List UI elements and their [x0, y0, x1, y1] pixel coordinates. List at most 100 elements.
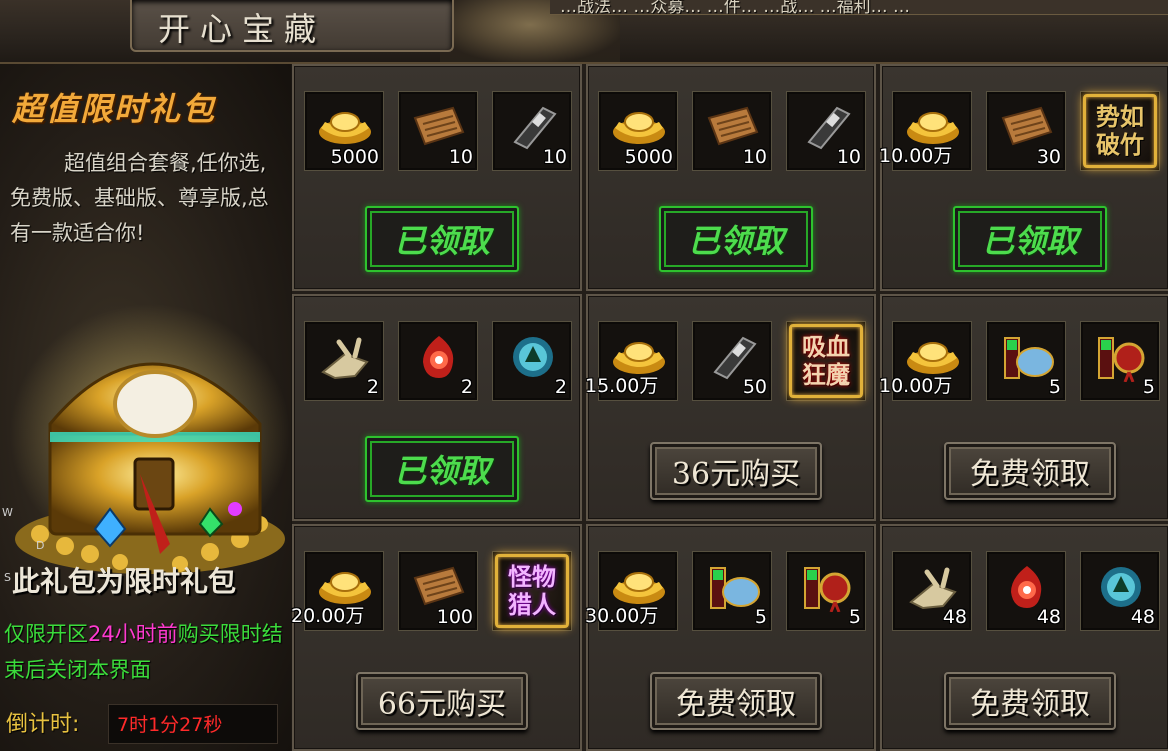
stray-letter: S: [4, 571, 11, 584]
item-quantity: 2: [554, 376, 567, 398]
gift-pack: 10.00万 5 5 免费领取: [879, 294, 1168, 521]
gift-pack: 30.00万 5 5 免费领取: [585, 524, 876, 751]
item-slot[interactable]: 50: [692, 321, 772, 401]
item-quantity: 2: [460, 376, 473, 398]
blue-orb-icon: [1101, 567, 1141, 607]
item-slot[interactable]: 2: [304, 321, 384, 401]
item-slot[interactable]: 10.00万: [879, 321, 972, 401]
item-slot[interactable]: 10: [786, 91, 866, 171]
item-slot[interactable]: 48: [986, 551, 1066, 631]
item-slot[interactable]: 5: [1080, 321, 1160, 401]
item-slot[interactable]: 2: [492, 321, 572, 401]
item-quantity: 10.00万: [879, 375, 953, 397]
claimed-button: 已领取: [953, 206, 1107, 272]
bowl-box-icon: [1004, 337, 1054, 379]
item-slot[interactable]: 10: [398, 91, 478, 171]
stray-letter: W: [2, 506, 13, 519]
gift-pack: 5000 10 10 已领取: [292, 64, 582, 291]
limited-time-title: 此礼包为限时礼包: [12, 565, 237, 598]
item-quantity: 5: [848, 606, 861, 628]
item-quantity: 10: [542, 146, 567, 168]
item-quantity: 48: [1036, 606, 1061, 628]
item-quantity: 50: [742, 376, 767, 398]
promo-description: 超值组合套餐,任你选,免费版、基础版、尊享版,总有一款适合你!: [10, 151, 269, 245]
item-quantity: 10: [836, 146, 861, 168]
gift-pack: 48 48 48 免费领取: [880, 524, 1168, 751]
bone-icon: [909, 567, 957, 610]
scroll-icon: [707, 106, 759, 146]
item-slot[interactable]: 10: [492, 91, 572, 171]
scroll-icon: [413, 106, 465, 146]
bowl-box-icon: [710, 567, 760, 609]
item-quantity: 5000: [330, 146, 379, 168]
book-icon: [807, 106, 851, 150]
red-charm-icon: [1098, 337, 1145, 382]
countdown-box: 7时1分27秒: [108, 704, 278, 744]
pack-grid: 5000 10 10 已领取 5000 10 10 已领取 10.00万 30 势如破竹 已领取 …: [291, 64, 1168, 751]
gift-pack: 10.00万 30 势如破竹已领取: [879, 64, 1168, 291]
item-slot[interactable]: 吸血狂魔: [786, 321, 866, 401]
claimed-button: 已领取: [659, 206, 813, 272]
scroll-icon: [413, 566, 465, 606]
item-slot[interactable]: 10: [692, 91, 772, 171]
item-slot[interactable]: 30: [986, 91, 1066, 171]
item-slot[interactable]: 15.00万: [585, 321, 678, 401]
limited-time-notice: 仅限开区24小时前购买限时结束后关闭本界面: [4, 616, 289, 688]
item-slot[interactable]: 48: [1080, 551, 1160, 631]
skill-icon: 势如破竹: [1083, 94, 1157, 168]
bone-icon: [321, 337, 369, 380]
gold-ingot-icon: [613, 112, 665, 144]
free-claim-button[interactable]: 免费领取: [944, 672, 1116, 730]
left-panel: 超值限时礼包 超值组合套餐,任你选,免费版、基础版、尊享版,总有一款适合你! W…: [0, 64, 291, 751]
gift-pack: 15.00万 50 吸血狂魔 36元购买: [585, 294, 876, 521]
countdown-label: 倒计时:: [6, 712, 80, 737]
blue-orb-icon: [513, 337, 553, 377]
item-slot[interactable]: 2: [398, 321, 478, 401]
item-quantity: 48: [942, 606, 967, 628]
item-slot[interactable]: 48: [892, 551, 972, 631]
window-title: 开心宝藏: [158, 10, 327, 48]
item-quantity: 100: [436, 606, 473, 628]
red-charm-icon: [804, 567, 851, 612]
promo-headline: 超值限时礼包: [12, 90, 217, 128]
free-claim-button[interactable]: 免费领取: [650, 672, 822, 730]
item-slot[interactable]: 30.00万: [585, 551, 678, 631]
treasure-chest-icon: [10, 304, 290, 574]
gift-pack: 5000 10 10 已领取: [586, 64, 876, 291]
gift-pack: 2 2 2 已领取: [292, 294, 582, 521]
item-slot[interactable]: 5000: [304, 91, 384, 171]
item-quantity: 5: [1048, 376, 1061, 398]
stray-letter: D: [36, 539, 45, 552]
item-quantity: 2: [366, 376, 379, 398]
item-slot[interactable]: 5: [986, 321, 1066, 401]
item-quantity: 15.00万: [585, 375, 659, 397]
countdown-value: 7时1分27秒: [117, 714, 223, 736]
item-quantity: 5: [754, 606, 767, 628]
purchase-button[interactable]: 36元购买: [650, 442, 822, 500]
item-quantity: 10: [448, 146, 473, 168]
item-slot[interactable]: 100: [398, 551, 478, 631]
claimed-button: 已领取: [365, 436, 519, 502]
item-slot[interactable]: 20.00万: [291, 551, 384, 631]
item-quantity: 48: [1130, 606, 1155, 628]
gold-ingot-icon: [319, 112, 371, 144]
claimed-button: 已领取: [365, 206, 519, 272]
purchase-button[interactable]: 66元购买: [356, 672, 528, 730]
gift-pack: 20.00万 100 怪物猎人 66元购买: [291, 524, 582, 751]
scroll-icon: [1001, 106, 1053, 146]
title-plaque: 开心宝藏: [130, 0, 454, 52]
item-slot[interactable]: 10.00万: [879, 91, 972, 171]
free-claim-button[interactable]: 免费领取: [944, 442, 1116, 500]
item-slot[interactable]: 5: [786, 551, 866, 631]
item-quantity: 30: [1036, 146, 1061, 168]
item-slot[interactable]: 势如破竹: [1080, 91, 1160, 171]
red-flame-gem-icon: [423, 336, 454, 378]
notice-text: 仅限开区: [4, 622, 88, 646]
item-slot[interactable]: 怪物猎人: [492, 551, 572, 631]
item-quantity: 20.00万: [291, 605, 365, 627]
book-icon: [713, 336, 757, 380]
item-slot[interactable]: 5000: [598, 91, 678, 171]
item-slot[interactable]: 5: [692, 551, 772, 631]
item-quantity: 30.00万: [585, 605, 659, 627]
news-ticker: …战法… …众募… …件… …战… …福利… …: [560, 0, 911, 14]
